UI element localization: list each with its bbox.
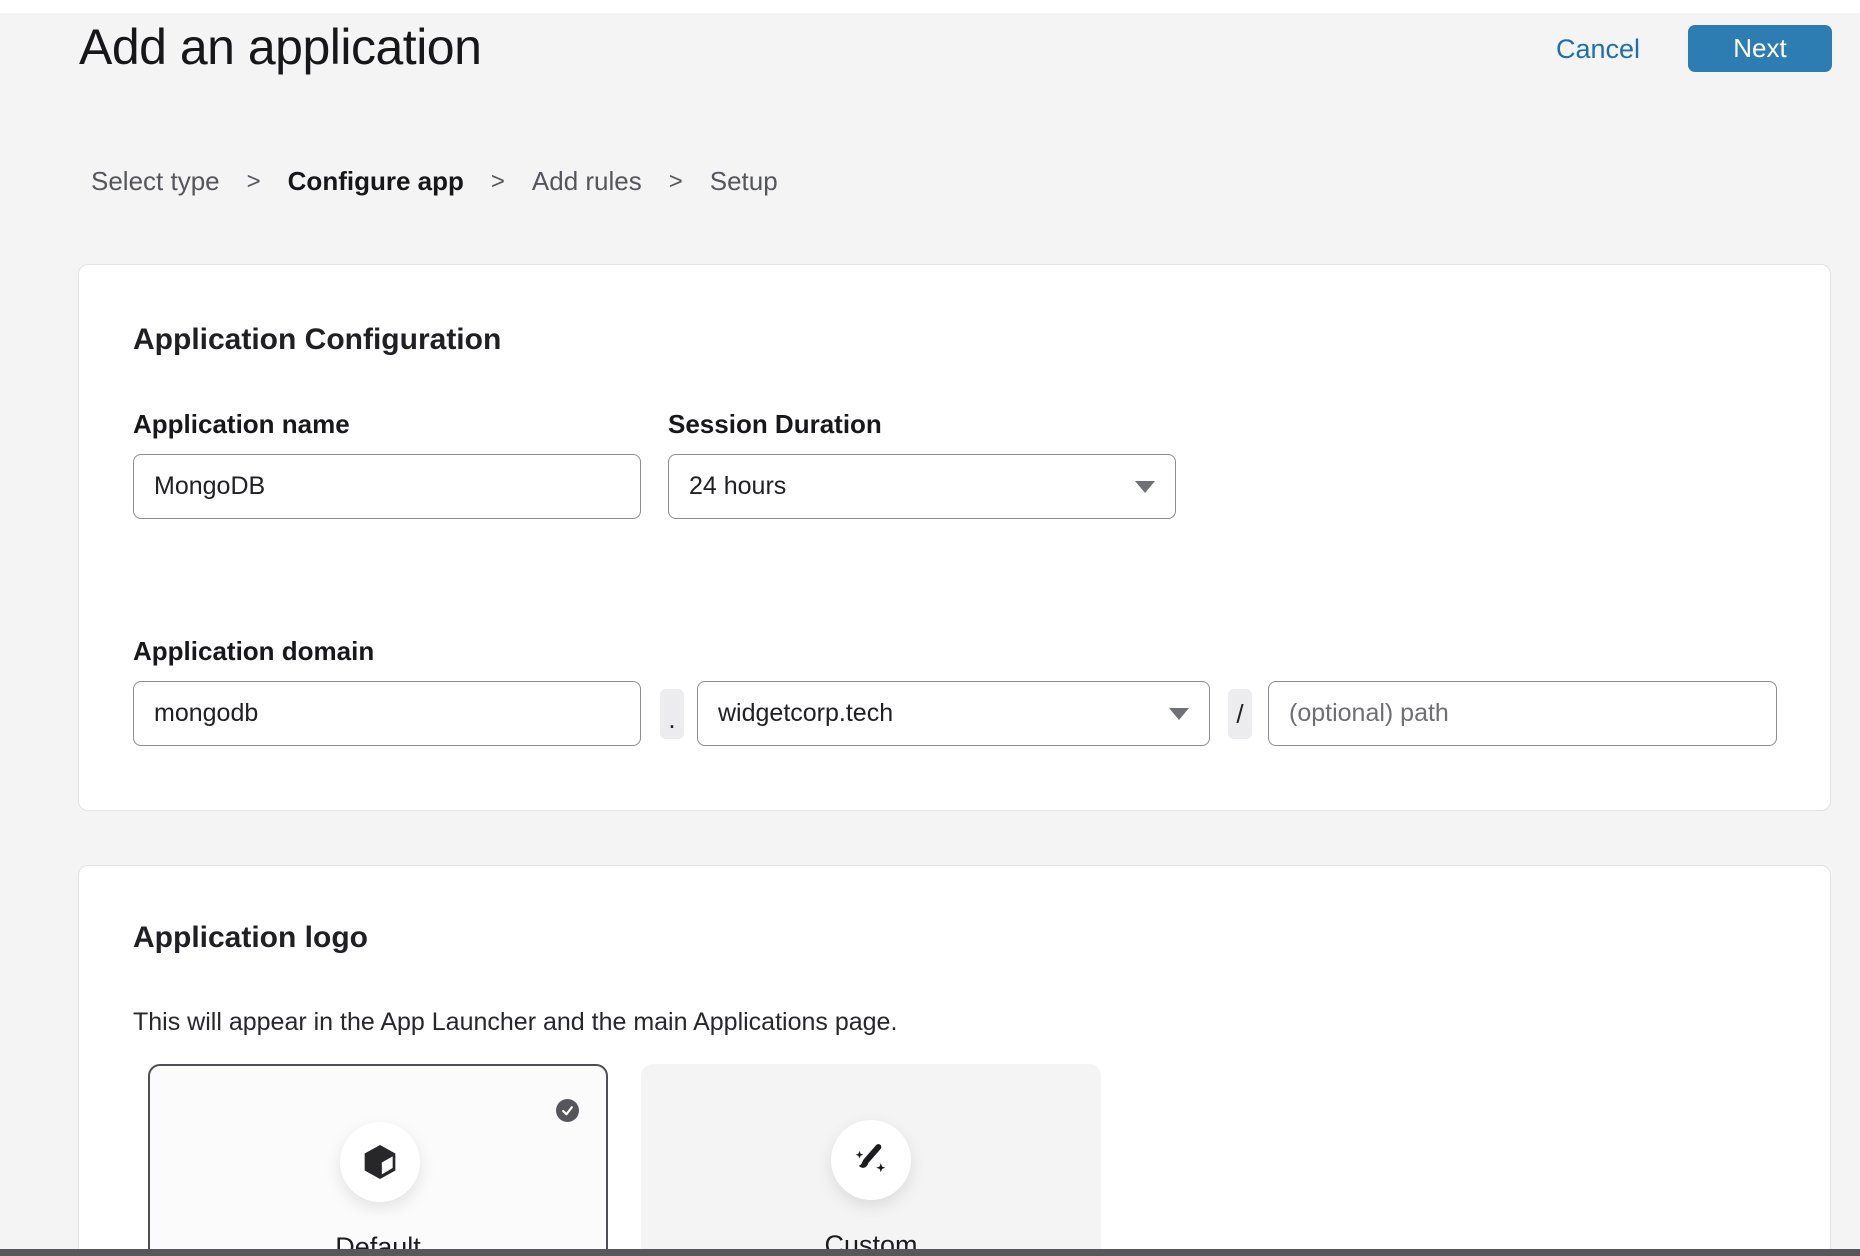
logo-card-heading: Application logo bbox=[133, 921, 368, 955]
application-configuration-card: Application Configuration Application na… bbox=[78, 264, 1831, 811]
chevron-down-icon bbox=[1135, 481, 1155, 493]
next-button[interactable]: Next bbox=[1688, 25, 1832, 72]
cube-icon bbox=[360, 1142, 400, 1182]
cancel-button[interactable]: Cancel bbox=[1548, 31, 1648, 67]
slash-separator: / bbox=[1228, 689, 1252, 739]
paintbrush-icon bbox=[850, 1139, 892, 1181]
logo-option-custom[interactable]: Custom bbox=[641, 1064, 1101, 1256]
domain-select-value: widgetcorp.tech bbox=[718, 699, 1157, 728]
breadcrumb-separator: > bbox=[669, 168, 683, 196]
logo-description: This will appear in the App Launcher and… bbox=[133, 1008, 897, 1037]
add-application-page: Add an application Cancel Next Select ty… bbox=[0, 0, 1860, 1256]
top-strip bbox=[0, 0, 1860, 13]
application-logo-card: Application logo This will appear in the… bbox=[78, 865, 1831, 1256]
application-name-input[interactable] bbox=[133, 454, 641, 519]
step-setup[interactable]: Setup bbox=[710, 166, 778, 197]
wizard-breadcrumb: Select type > Configure app > Add rules … bbox=[91, 166, 778, 197]
session-duration-value: 24 hours bbox=[689, 472, 1123, 501]
bottom-bar bbox=[0, 1249, 1860, 1256]
breadcrumb-separator: > bbox=[491, 168, 505, 196]
check-icon bbox=[561, 1104, 574, 1117]
selected-check-badge bbox=[556, 1099, 579, 1122]
step-configure-app[interactable]: Configure app bbox=[288, 166, 464, 197]
default-logo-circle bbox=[340, 1122, 420, 1202]
step-add-rules[interactable]: Add rules bbox=[532, 166, 642, 197]
logo-option-default[interactable]: Default bbox=[148, 1064, 608, 1256]
domain-select[interactable]: widgetcorp.tech bbox=[697, 681, 1210, 746]
session-duration-select[interactable]: 24 hours bbox=[668, 454, 1176, 519]
dot-separator: . bbox=[660, 689, 684, 739]
application-domain-label: Application domain bbox=[133, 636, 374, 667]
path-input[interactable] bbox=[1268, 681, 1777, 746]
breadcrumb-separator: > bbox=[247, 168, 261, 196]
custom-logo-circle bbox=[831, 1120, 911, 1200]
config-card-heading: Application Configuration bbox=[133, 323, 501, 357]
subdomain-input[interactable] bbox=[133, 681, 641, 746]
page-title: Add an application bbox=[79, 18, 481, 76]
application-name-label: Application name bbox=[133, 409, 350, 440]
step-select-type[interactable]: Select type bbox=[91, 166, 220, 197]
session-duration-label: Session Duration bbox=[668, 409, 882, 440]
chevron-down-icon bbox=[1169, 708, 1189, 720]
